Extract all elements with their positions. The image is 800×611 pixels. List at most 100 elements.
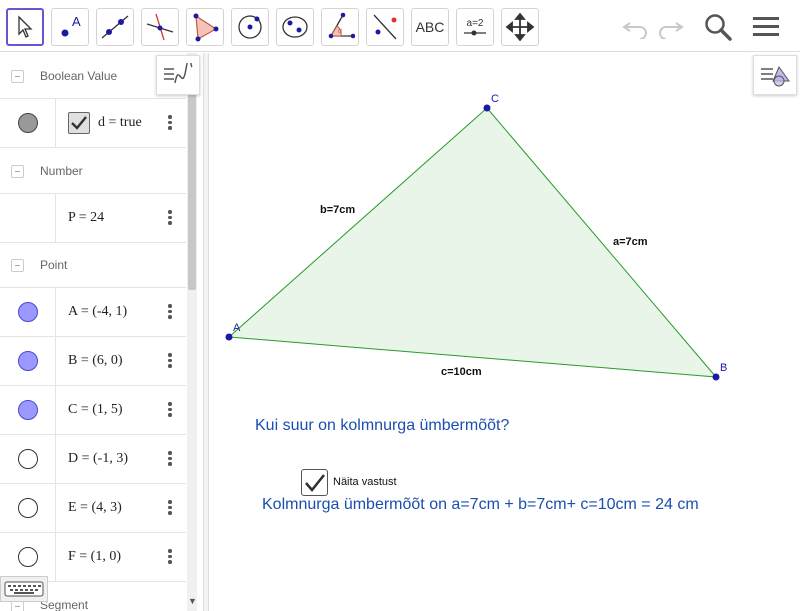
algebra-row-b[interactable]: B = (6, 0) [0, 337, 186, 386]
search-icon [705, 14, 732, 41]
algebra-formula: D = (-1, 3) [68, 451, 128, 466]
visibility-marble-icon[interactable] [18, 351, 38, 371]
geometry-canvas[interactable]: A B C b=7cm a=7cm c=10cm [210, 53, 800, 611]
main-menu-button[interactable] [749, 10, 783, 44]
perpendicular-line-icon [146, 13, 174, 41]
virtual-keyboard-button[interactable] [0, 576, 48, 602]
show-answer-checkbox[interactable] [301, 469, 328, 496]
conic-tool-button[interactable] [276, 8, 314, 46]
undo-button[interactable] [618, 10, 652, 44]
slider-tool-label: a=2 [466, 17, 484, 29]
angle-tool-button[interactable]: α [321, 8, 359, 46]
point-a-icon: A [61, 14, 81, 37]
keyboard-icon [4, 581, 44, 597]
algebra-row-d-point[interactable]: D = (-1, 3) [0, 435, 186, 484]
undo-icon [622, 22, 647, 39]
move-graphics-tool-button[interactable] [501, 8, 539, 46]
point-tool-button[interactable]: A [51, 8, 89, 46]
collapse-icon[interactable] [11, 259, 24, 272]
circle-tool-button[interactable] [231, 8, 269, 46]
toolbar: A α ABC a=2 [0, 0, 800, 52]
more-options-icon[interactable] [166, 498, 174, 518]
algebra-formula: B = (6, 0) [68, 353, 123, 368]
question-text: Kui suur on kolmnurga ümbermõõt? [255, 417, 510, 434]
algebra-row-p[interactable]: P = 24 [0, 194, 186, 243]
more-options-icon[interactable] [166, 547, 174, 567]
visibility-marble-icon[interactable] [18, 498, 38, 518]
visibility-marble-icon[interactable] [18, 547, 38, 567]
perpendicular-tool-button[interactable] [141, 8, 179, 46]
algebra-formula: P = 24 [68, 210, 105, 225]
algebra-formula: C = (1, 5) [68, 402, 123, 417]
graphics-view[interactable]: A B C b=7cm a=7cm c=10cm [210, 53, 800, 611]
algebra-scrollbar-thumb[interactable] [188, 86, 196, 290]
polygon-tool-button[interactable] [186, 8, 224, 46]
marble-cell [0, 533, 56, 581]
group-label: Boolean Value [40, 69, 118, 83]
scroll-down-arrow-icon[interactable]: ▼ [188, 596, 197, 606]
cursor-arrow-icon [18, 15, 33, 38]
segment-label-c: c=10cm [441, 366, 482, 378]
checkmark-icon [71, 116, 87, 130]
algebra-formula: d = true [98, 115, 142, 130]
more-options-icon[interactable] [166, 302, 174, 322]
algebra-style-bar-button[interactable] [156, 55, 200, 95]
collapse-icon[interactable] [11, 70, 24, 83]
triangle-polygon-icon [193, 13, 219, 42]
answer-text: Kolmnurga ümbermõõt on a=7cm + b=7cm+ c=… [262, 496, 699, 513]
more-options-icon[interactable] [166, 449, 174, 469]
text-tool-button[interactable]: ABC [411, 8, 449, 46]
svg-text:A: A [72, 14, 81, 29]
group-label: Number [40, 164, 83, 178]
visibility-marble-icon[interactable] [18, 449, 38, 469]
algebra-row-f[interactable]: F = (1, 0) [0, 533, 186, 582]
algebra-formula: A = (-4, 1) [68, 304, 128, 319]
point-b[interactable] [712, 373, 720, 381]
text-tool-label: ABC [415, 19, 445, 35]
algebra-view: Boolean Value d = true Number P = 24 Poi… [0, 53, 200, 611]
redo-button[interactable] [654, 10, 688, 44]
segment-label-b: b=7cm [320, 204, 355, 216]
more-options-icon[interactable] [166, 351, 174, 371]
collapse-icon[interactable] [11, 165, 24, 178]
algebra-row-e[interactable]: E = (4, 3) [0, 484, 186, 533]
algebra-formula: F = (1, 0) [68, 549, 122, 564]
visibility-marble-icon[interactable] [18, 302, 38, 322]
line-through-points-icon [101, 15, 129, 39]
marble-cell [0, 484, 56, 532]
group-number[interactable]: Number [0, 148, 186, 194]
point-a[interactable] [225, 333, 233, 341]
marble-cell [0, 337, 56, 385]
algebra-formula: E = (4, 3) [68, 500, 122, 515]
more-options-icon[interactable] [166, 400, 174, 420]
marble-cell [0, 194, 56, 242]
slider-tool-button[interactable]: a=2 [456, 8, 494, 46]
group-point[interactable]: Point [0, 242, 186, 288]
point-c[interactable] [483, 104, 491, 112]
hamburger-menu-icon [753, 17, 779, 36]
more-options-icon[interactable] [166, 208, 174, 228]
algebra-row-a[interactable]: A = (-4, 1) [0, 288, 186, 337]
more-options-icon[interactable] [166, 113, 174, 133]
svg-text:α: α [338, 28, 342, 35]
move-tool-button[interactable] [6, 8, 44, 46]
panel-divider[interactable] [203, 53, 209, 611]
visibility-marble-icon[interactable] [18, 400, 38, 420]
search-button[interactable] [701, 10, 735, 44]
line-tool-button[interactable] [96, 8, 134, 46]
marble-cell [0, 386, 56, 434]
segment-label-a: a=7cm [613, 236, 648, 248]
marble-cell [0, 288, 56, 336]
reflect-tool-button[interactable] [366, 8, 404, 46]
marble-cell [0, 435, 56, 483]
algebra-row-d[interactable]: d = true [0, 99, 186, 148]
visibility-marble-icon[interactable] [18, 113, 38, 133]
reflect-point-icon [373, 14, 397, 40]
boolean-checkbox[interactable] [68, 112, 90, 134]
angle-icon: α [328, 12, 355, 39]
algebra-row-c[interactable]: C = (1, 5) [0, 386, 186, 435]
group-label: Point [40, 258, 68, 272]
four-arrows-icon [506, 13, 534, 41]
graphics-style-bar-button[interactable] [753, 55, 797, 95]
point-label-b: B [720, 362, 727, 374]
